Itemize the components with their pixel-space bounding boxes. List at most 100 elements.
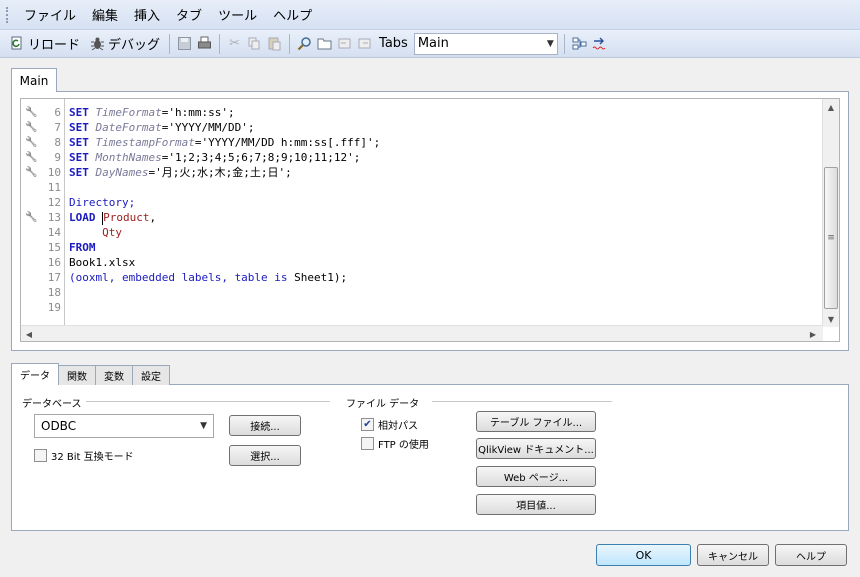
copy-icon[interactable]: [246, 35, 263, 52]
relative-path-checkbox-row[interactable]: ✔ 相対パス: [361, 417, 418, 432]
code-line[interactable]: 🔧 10 SET DayNames='月;火;水;木;金;土;日';: [21, 165, 821, 180]
menu-tools[interactable]: ツール: [210, 5, 265, 24]
outdent-icon[interactable]: [356, 35, 373, 52]
code-line[interactable]: 14 Qty: [21, 225, 821, 240]
tab-variables[interactable]: 変数: [95, 365, 133, 385]
ftp-checkbox-row[interactable]: FTP の使用: [361, 436, 429, 451]
code-line[interactable]: 🔧 8 SET TimestampFormat='YYYY/MM/DD h:mm:s…: [21, 135, 821, 150]
code-line[interactable]: 17 (ooxml, embedded labels, table is Shee…: [21, 270, 821, 285]
syntax-check-icon[interactable]: [591, 35, 608, 52]
code-text: Qty: [69, 225, 122, 240]
ftp-checkbox[interactable]: [361, 437, 374, 450]
code-token: DayNames: [95, 166, 149, 179]
scroll-thumb[interactable]: ≡: [824, 167, 838, 309]
wrench-icon: 🔧: [25, 137, 38, 148]
code-line[interactable]: 18: [21, 285, 821, 300]
code-line[interactable]: 16 Book1.xlsx: [21, 255, 821, 270]
vertical-scrollbar[interactable]: ▲ ≡ ▼: [822, 99, 839, 327]
code-token: ='1;2;3;4;5;6;7;8;9;10;11;12';: [161, 151, 361, 164]
code-token: ='月;火;水;木;金;土;日';: [148, 166, 292, 179]
cut-icon[interactable]: ✂: [226, 35, 243, 52]
debug-button[interactable]: デバッグ: [86, 33, 163, 55]
code-text: SET DateFormat='YYYY/MM/DD';: [69, 120, 254, 135]
connect-button[interactable]: 接続...: [229, 415, 301, 436]
search-icon[interactable]: [296, 35, 313, 52]
code-line[interactable]: 🔧 9 SET MonthNames='1;2;3;4;5;6;7;8;9;10;1…: [21, 150, 821, 165]
wrench-icon: 🔧: [25, 152, 38, 163]
compat-mode-checkbox[interactable]: [34, 449, 47, 462]
compat-mode-checkbox-row[interactable]: 32 Bit 互換モード: [34, 448, 134, 463]
line-number: 15: [47, 241, 61, 254]
web-page-button[interactable]: Web ページ...: [476, 466, 596, 487]
qlikview-document-button[interactable]: QlikView ドキュメント...: [476, 438, 596, 459]
code-text: Directory;: [69, 195, 135, 210]
code-line[interactable]: 🔧 7 SET DateFormat='YYYY/MM/DD';: [21, 120, 821, 135]
horizontal-scrollbar[interactable]: ◀ ▶: [21, 325, 823, 341]
code-token: MonthNames: [95, 151, 162, 164]
chevron-down-icon: ▼: [546, 38, 554, 49]
wrench-icon: 🔧: [25, 167, 38, 178]
tabs-select[interactable]: Main ▼: [413, 32, 558, 55]
code-token: Qty: [102, 226, 122, 239]
tab-main[interactable]: Main: [11, 68, 57, 92]
table-viewer-icon[interactable]: [571, 35, 588, 52]
field-value-button[interactable]: 項目値...: [476, 494, 596, 515]
line-number: 6: [54, 106, 61, 119]
scroll-right-icon[interactable]: ▶: [805, 326, 821, 341]
wrench-icon: 🔧: [25, 212, 38, 223]
indent-icon[interactable]: [336, 35, 353, 52]
folder-icon[interactable]: [316, 35, 333, 52]
print-icon[interactable]: [196, 35, 213, 52]
line-number: 9: [54, 151, 61, 164]
scroll-left-icon[interactable]: ◀: [21, 326, 37, 341]
code-token: ,: [149, 211, 157, 224]
scroll-up-icon[interactable]: ▲: [823, 99, 839, 115]
relative-path-checkbox[interactable]: ✔: [361, 418, 374, 431]
reload-icon: [9, 35, 26, 52]
tabs-label: Tabs: [379, 36, 408, 51]
code-text: Book1.xlsx: [69, 255, 135, 270]
cancel-button[interactable]: キャンセル: [697, 544, 769, 566]
code-token: SET: [69, 136, 96, 149]
code-token: Product: [103, 211, 150, 224]
code-token: FROM: [69, 241, 96, 254]
menu-edit[interactable]: 編集: [84, 5, 126, 24]
line-number: 8: [54, 136, 61, 149]
paste-icon[interactable]: [266, 35, 283, 52]
code-line[interactable]: 19: [21, 300, 821, 315]
code-token: DateFormat: [95, 121, 162, 134]
code-token: (ooxml, embedded labels, table is: [69, 271, 295, 284]
help-button[interactable]: ヘルプ: [775, 544, 847, 566]
code-line[interactable]: 12 Directory;: [21, 195, 821, 210]
database-select[interactable]: ODBC ▼: [34, 414, 214, 438]
tab-data[interactable]: データ: [11, 363, 59, 385]
bug-icon: [89, 35, 106, 52]
menu-help[interactable]: ヘルプ: [265, 5, 320, 24]
save-icon[interactable]: [176, 35, 193, 52]
scroll-down-icon[interactable]: ▼: [823, 311, 839, 327]
select-button[interactable]: 選択...: [229, 445, 301, 466]
data-tab-panel: データベース ODBC ▼ 32 Bit 互換モード 接続... 選択... フ…: [11, 384, 849, 531]
chevron-down-icon: ▼: [200, 421, 207, 431]
menu-file[interactable]: ファイル: [16, 5, 84, 24]
code-text: SET DayNames='月;火;水;木;金;土;日';: [69, 165, 292, 180]
line-number: 18: [47, 286, 61, 299]
code-line[interactable]: 11: [21, 180, 821, 195]
ok-button[interactable]: OK: [596, 544, 691, 566]
menu-tab[interactable]: タブ: [168, 5, 210, 24]
tab-functions[interactable]: 関数: [58, 365, 96, 385]
code-token: TimestampFormat: [95, 136, 195, 149]
script-editor[interactable]: 🔧 6 SET TimeFormat='h:mm:ss'; 🔧 7 SET DateFor…: [20, 98, 840, 342]
code-line[interactable]: 15 FROM: [21, 240, 821, 255]
table-file-button[interactable]: テーブル ファイル...: [476, 411, 596, 432]
tab-settings[interactable]: 設定: [132, 365, 170, 385]
tabs-select-value: Main: [417, 36, 449, 51]
menu-bar: ファイル 編集 挿入 タブ ツール ヘルプ: [0, 0, 860, 30]
editor-panel: 🔧 6 SET TimeFormat='h:mm:ss'; 🔧 7 SET DateFor…: [11, 91, 849, 351]
code-line[interactable]: 🔧 6 SET TimeFormat='h:mm:ss';: [21, 105, 821, 120]
menu-insert[interactable]: 挿入: [126, 5, 168, 24]
reload-button[interactable]: リロード: [6, 33, 83, 55]
code-line[interactable]: 🔧 13 LOAD Product,: [21, 210, 821, 225]
line-number: 14: [47, 226, 61, 239]
line-number: 12: [47, 196, 61, 209]
